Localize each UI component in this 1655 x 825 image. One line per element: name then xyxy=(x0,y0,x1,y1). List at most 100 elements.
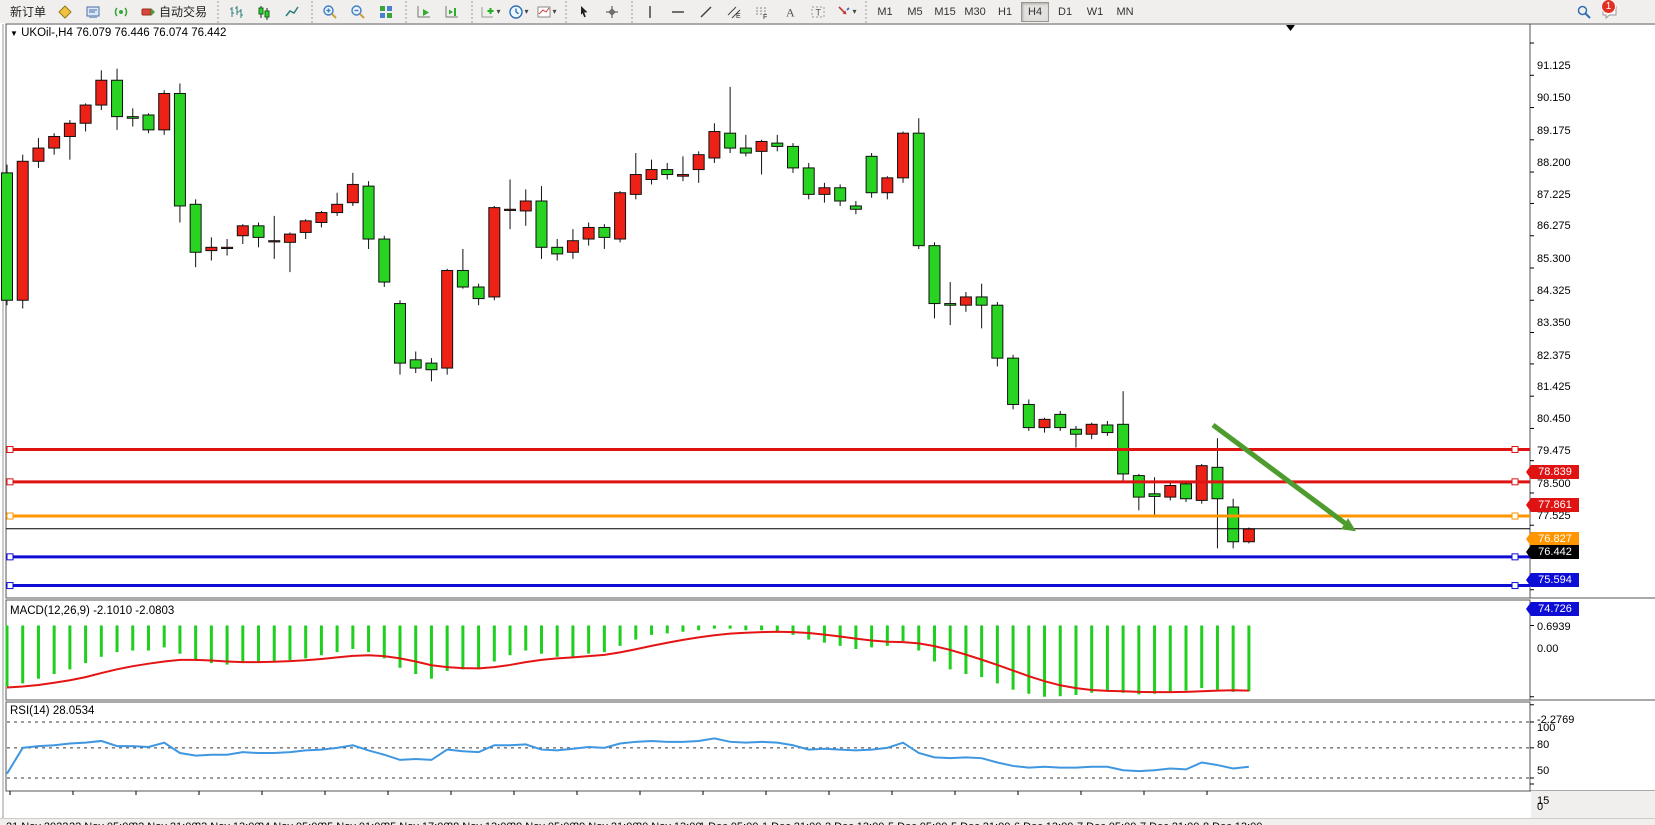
market-watch-icon[interactable] xyxy=(51,1,79,23)
signals-icon[interactable] xyxy=(107,1,135,23)
candle xyxy=(316,213,327,223)
text-icon[interactable]: A xyxy=(776,1,804,23)
vertical-line-icon[interactable] xyxy=(636,1,664,23)
toolbar-group xyxy=(217,1,309,23)
macd-histogram-bar xyxy=(1122,626,1125,693)
line-handle[interactable] xyxy=(7,446,13,452)
add-indicator-icon[interactable]: ▾ xyxy=(476,1,504,23)
macd-indicator-label: MACD(12,26,9) -2.1010 -2.0803 xyxy=(10,605,174,617)
candle xyxy=(520,201,531,211)
price-axis-label: 82.375 xyxy=(1537,350,1571,362)
macd-histogram-bar xyxy=(587,626,590,654)
autotrading-button[interactable]: 自动交易 xyxy=(135,1,212,23)
price-axis-label: 84.325 xyxy=(1537,285,1571,297)
candle xyxy=(1023,404,1034,427)
chart-shift-icon[interactable] xyxy=(438,1,466,23)
chart-line-icon[interactable] xyxy=(278,1,306,23)
zoom-out-icon[interactable] xyxy=(344,1,372,23)
chart-candles-icon[interactable] xyxy=(250,1,278,23)
line-handle[interactable] xyxy=(1512,583,1518,589)
chart-bars-icon[interactable] xyxy=(222,1,250,23)
macd-histogram-bar xyxy=(226,626,229,665)
timeframe-d1[interactable]: D1 xyxy=(1051,2,1079,22)
timeframe-m5[interactable]: M5 xyxy=(901,2,929,22)
arrows-icon[interactable]: ▾ xyxy=(832,1,860,23)
candle xyxy=(960,297,971,305)
search-icon[interactable] xyxy=(1570,1,1598,23)
line-handle[interactable] xyxy=(1512,554,1518,560)
cursor-icon[interactable] xyxy=(570,1,598,23)
macd-histogram-bar xyxy=(116,626,119,653)
tile-windows-icon[interactable] xyxy=(372,1,400,23)
rsi-pane-frame[interactable] xyxy=(6,702,1530,791)
candle xyxy=(567,241,578,253)
macd-histogram-bar xyxy=(524,626,527,651)
chart-window[interactable]: ▼ UKOil-,H4 76.079 76.446 76.074 76.442 … xyxy=(0,23,1655,825)
macd-histogram-bar xyxy=(571,626,574,657)
metaeditor-icon[interactable] xyxy=(79,1,107,23)
macd-histogram-bar xyxy=(792,626,795,635)
time-axis-label: 25 Nov 01:00 xyxy=(321,821,386,825)
macd-histogram-bar xyxy=(194,626,197,660)
line-handle[interactable] xyxy=(7,479,13,485)
candle xyxy=(583,227,594,239)
macd-pane-frame[interactable] xyxy=(6,600,1530,700)
text-label-icon[interactable]: T xyxy=(804,1,832,23)
timeframe-h1[interactable]: H1 xyxy=(991,2,1019,22)
candle xyxy=(80,105,91,123)
chart-svg[interactable] xyxy=(0,23,1655,825)
line-handle[interactable] xyxy=(1512,446,1518,452)
dropdown-caret-icon: ▾ xyxy=(525,7,529,16)
templates-icon[interactable]: ▾ xyxy=(532,1,560,23)
time-axis-label: 5 Dec 05:00 xyxy=(888,821,947,825)
svg-text:E: E xyxy=(736,13,741,20)
time-axis-label: 30 Nov 13:00 xyxy=(636,821,701,825)
chart-collapse-icon[interactable]: ▼ xyxy=(10,29,18,38)
candle xyxy=(237,226,248,236)
rsi-axis-label: 50 xyxy=(1537,765,1549,777)
time-axis-label: 1 Dec 05:00 xyxy=(699,821,758,825)
candle xyxy=(64,123,75,136)
macd-histogram-bar xyxy=(68,626,71,670)
crosshair-icon[interactable] xyxy=(598,1,626,23)
line-handle[interactable] xyxy=(7,513,13,519)
timeframe-m15[interactable]: M15 xyxy=(931,2,959,22)
line-handle[interactable] xyxy=(1512,479,1518,485)
time-axis-label: 23 Nov 13:00 xyxy=(195,821,260,825)
line-handle[interactable] xyxy=(1512,513,1518,519)
fibonacci-icon[interactable]: F xyxy=(748,1,776,23)
trendline-icon[interactable] xyxy=(692,1,720,23)
hline-price-tag: 77.861 xyxy=(1526,498,1579,512)
macd-histogram-bar xyxy=(1090,626,1093,693)
timeframe-mn[interactable]: MN xyxy=(1111,2,1139,22)
channel-icon[interactable]: E xyxy=(720,1,748,23)
horizontal-line-icon[interactable] xyxy=(664,1,692,23)
candle xyxy=(1070,429,1081,434)
time-axis-label: 1 Dec 21:00 xyxy=(762,821,821,825)
macd-histogram-bar xyxy=(729,626,732,629)
hline-price-tag: 75.594 xyxy=(1526,573,1579,587)
periods-icon[interactable]: ▾ xyxy=(504,1,532,23)
macd-histogram-bar xyxy=(964,626,967,675)
macd-histogram-bar xyxy=(744,626,747,631)
chat-icon[interactable]: 1 xyxy=(1598,1,1627,23)
candle xyxy=(363,186,374,239)
new-order-button[interactable]: 新订单 xyxy=(5,1,51,23)
timeframe-m30[interactable]: M30 xyxy=(961,2,989,22)
auto-scroll-icon[interactable] xyxy=(410,1,438,23)
macd-histogram-bar xyxy=(367,626,370,653)
toolbar-group: 新订单 自动交易 xyxy=(2,1,215,23)
zoom-in-icon[interactable] xyxy=(316,1,344,23)
timeframe-w1[interactable]: W1 xyxy=(1081,2,1109,22)
candle xyxy=(1102,425,1113,433)
candle xyxy=(646,170,657,180)
candle xyxy=(1165,486,1176,498)
main-pane-frame[interactable] xyxy=(6,24,1530,598)
timeframe-h4[interactable]: H4 xyxy=(1021,2,1049,22)
candle xyxy=(929,246,940,304)
macd-histogram-bar xyxy=(760,626,763,631)
line-handle[interactable] xyxy=(7,554,13,560)
price-axis-label: 89.175 xyxy=(1537,125,1571,137)
timeframe-m1[interactable]: M1 xyxy=(871,2,899,22)
line-handle[interactable] xyxy=(7,583,13,589)
